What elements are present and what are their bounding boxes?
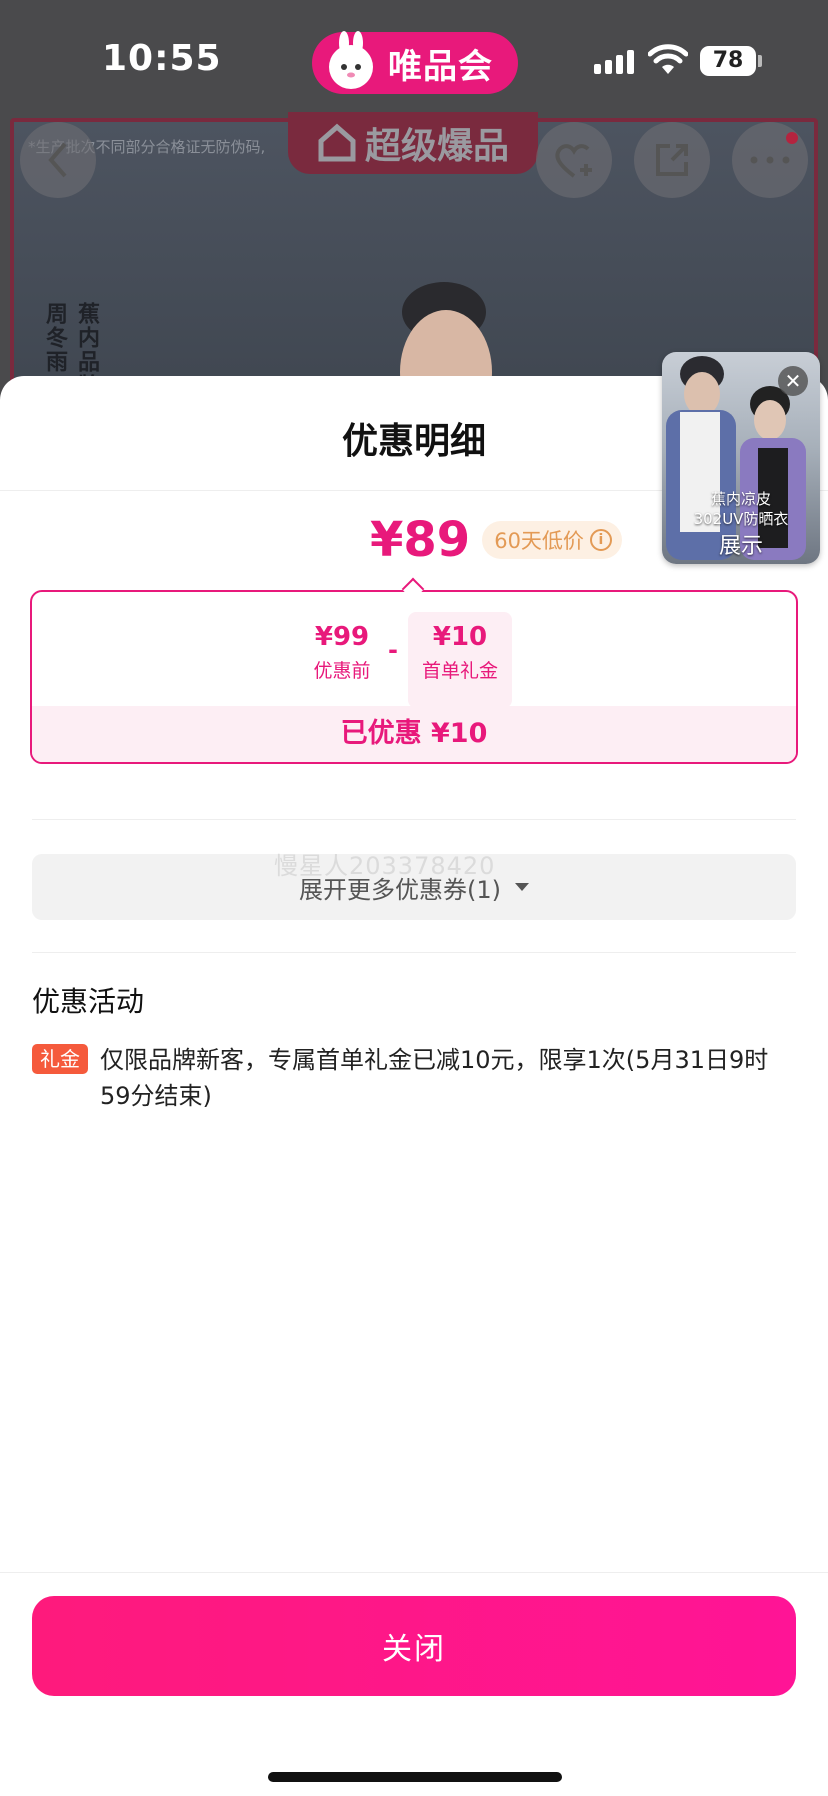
super-deal-text: 超级爆品 <box>364 126 509 167</box>
minus-sign: - <box>388 636 398 664</box>
watermark-text: 慢星人203378420 <box>274 852 496 880</box>
video-caption-3: 展示 <box>718 534 763 559</box>
favorite-button[interactable] <box>536 122 612 198</box>
promo-item: 礼金 仅限品牌新客，专属首单礼金已减10元，限享1次(5月31日9时59分结束) <box>32 1042 792 1114</box>
promo-section-title: 优惠活动 <box>32 985 145 1018</box>
app-name: 唯品会 <box>388 46 493 87</box>
video-caption-2: 302UV防晒衣 <box>693 510 789 528</box>
floating-video-window[interactable]: ✕ 蕉内凉皮 302UV防晒衣 展示 <box>662 352 820 564</box>
vertical-name-text: 周冬雨 <box>42 302 67 374</box>
low-price-label: 60天低价 <box>494 529 584 553</box>
chevron-left-icon <box>48 142 67 178</box>
battery-tip <box>758 55 762 67</box>
info-icon: i <box>589 529 612 551</box>
more-dots-icon <box>750 156 790 164</box>
app-indicator-pill[interactable]: 唯品会 <box>312 31 518 95</box>
caret-down-icon <box>515 883 529 891</box>
back-button[interactable] <box>20 122 96 198</box>
calc-divider <box>32 819 796 820</box>
signal-icon <box>594 50 634 74</box>
heart-plus-icon <box>555 144 592 178</box>
share-icon <box>656 144 688 176</box>
gift-money-tag: 礼金 <box>32 1044 88 1074</box>
wifi-icon <box>647 44 689 80</box>
share-button[interactable] <box>634 122 710 198</box>
notification-dot <box>786 132 798 144</box>
gift-item: ¥10 首单礼金 <box>408 622 512 683</box>
original-price-label: 优惠前 <box>313 660 371 682</box>
status-time: 10:55 <box>102 38 222 79</box>
more-button[interactable] <box>732 122 808 198</box>
discount-detail-sheet: 优惠明细 ¥89 60天低价 i ¥99 优惠前 - ¥10 首单礼金 已优惠 … <box>0 376 828 1796</box>
super-deal-banner: 超级爆品 <box>288 112 538 174</box>
original-price-item: ¥99 优惠前 <box>302 622 382 683</box>
price-calculation-box: ¥99 优惠前 - ¥10 首单礼金 已优惠 ¥10 <box>30 590 798 764</box>
status-bar: 10:55 唯品会 78 <box>0 0 828 112</box>
house-icon <box>318 123 356 162</box>
battery-icon: 78 <box>700 46 756 76</box>
mascot-icon <box>320 31 384 95</box>
coupon-divider <box>32 952 796 953</box>
promo-description: 仅限品牌新客，专属首单礼金已减10元，限享1次(5月31日9时59分结束) <box>100 1046 769 1110</box>
video-caption-1: 蕉内凉皮 <box>710 490 771 508</box>
gift-label: 首单礼金 <box>421 660 498 682</box>
saved-amount-bar: 已优惠 ¥10 <box>32 706 796 762</box>
footer-divider <box>0 1572 828 1573</box>
close-button[interactable]: 关闭 <box>32 1596 796 1696</box>
home-indicator[interactable] <box>268 1772 562 1782</box>
original-price: ¥99 <box>314 622 370 652</box>
close-icon[interactable]: ✕ <box>778 366 808 396</box>
final-price-row: ¥89 60天低价 i <box>370 512 622 568</box>
final-price: ¥89 <box>370 512 471 568</box>
gift-value: ¥10 <box>432 622 488 652</box>
low-price-badge[interactable]: 60天低价 i <box>482 521 622 559</box>
